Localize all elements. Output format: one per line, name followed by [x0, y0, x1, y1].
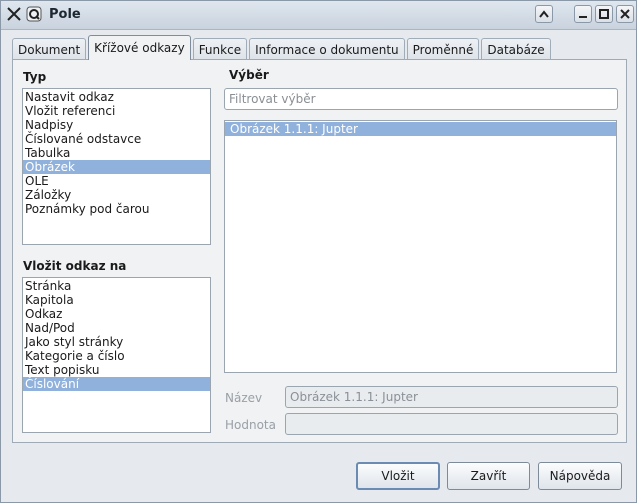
tab-cross-references[interactable]: Křížové odkazy — [88, 35, 191, 60]
list-item-selected[interactable]: Číslování — [23, 377, 210, 391]
list-item[interactable]: Záložky — [23, 188, 210, 202]
list-item[interactable]: Text popisku — [23, 363, 210, 377]
pin-icon[interactable] — [26, 6, 42, 22]
name-label: Název — [225, 391, 263, 405]
tab-funkce[interactable]: Funkce — [192, 38, 248, 60]
maximize-icon[interactable] — [595, 5, 613, 23]
tab-variables[interactable]: Proměnné — [406, 38, 480, 60]
minimize-icon[interactable] — [574, 5, 592, 23]
tab-bar: Dokument Křížové odkazy Funkce Informace… — [12, 35, 553, 60]
up-icon[interactable] — [535, 5, 553, 23]
list-item[interactable]: Nadpisy — [23, 118, 210, 132]
type-label: Typ — [23, 70, 47, 84]
name-field[interactable]: Obrázek 1.1.1: Jupter — [285, 386, 618, 408]
close-button[interactable]: Zavřít — [447, 462, 530, 490]
list-item[interactable]: Nad/Pod — [23, 321, 210, 335]
value-label: Hodnota — [225, 418, 276, 432]
list-item[interactable]: Jako styl stránky — [23, 335, 210, 349]
list-item[interactable]: Nastavit odkaz — [23, 90, 210, 104]
list-item[interactable]: Vložit referenci — [23, 104, 210, 118]
tools-icon[interactable] — [6, 6, 22, 22]
list-item[interactable]: OLE — [23, 174, 210, 188]
title-bar: Pole — [1, 1, 636, 30]
list-item-selected[interactable]: Obrázek 1.1.1: Jupter — [225, 122, 616, 136]
window-title: Pole — [49, 7, 81, 22]
list-item[interactable]: Kapitola — [23, 293, 210, 307]
selection-label: Výběr — [229, 68, 269, 82]
type-list[interactable]: Nastavit odkaz Vložit referenci Nadpisy … — [22, 88, 211, 245]
filter-input[interactable]: Filtrovat výběr — [224, 88, 618, 110]
selection-list[interactable]: Obrázek 1.1.1: Jupter — [224, 120, 617, 373]
tab-document-info[interactable]: Informace o dokumentu — [249, 38, 405, 60]
list-item[interactable]: Tabulka — [23, 146, 210, 160]
insert-button[interactable]: Vložit — [356, 462, 440, 490]
insert-reference-label: Vložit odkaz na — [23, 259, 127, 273]
list-item[interactable]: Kategorie a číslo — [23, 349, 210, 363]
help-button[interactable]: Nápověda — [538, 462, 622, 490]
value-field[interactable] — [285, 413, 618, 435]
insert-reference-list[interactable]: Stránka Kapitola Odkaz Nad/Pod Jako styl… — [22, 277, 211, 433]
list-item[interactable]: Číslované odstavce — [23, 132, 210, 146]
list-item[interactable]: Odkaz — [23, 307, 210, 321]
list-item[interactable]: Poznámky pod čarou — [23, 202, 210, 216]
close-icon[interactable] — [616, 5, 634, 23]
dialog-window: Pole Dokument Křížové odkazy Funkce Info… — [0, 0, 637, 503]
tab-dokument[interactable]: Dokument — [12, 38, 87, 60]
list-item[interactable]: Stránka — [23, 279, 210, 293]
list-item-selected[interactable]: Obrázek — [23, 160, 210, 174]
tab-database[interactable]: Databáze — [481, 38, 551, 60]
